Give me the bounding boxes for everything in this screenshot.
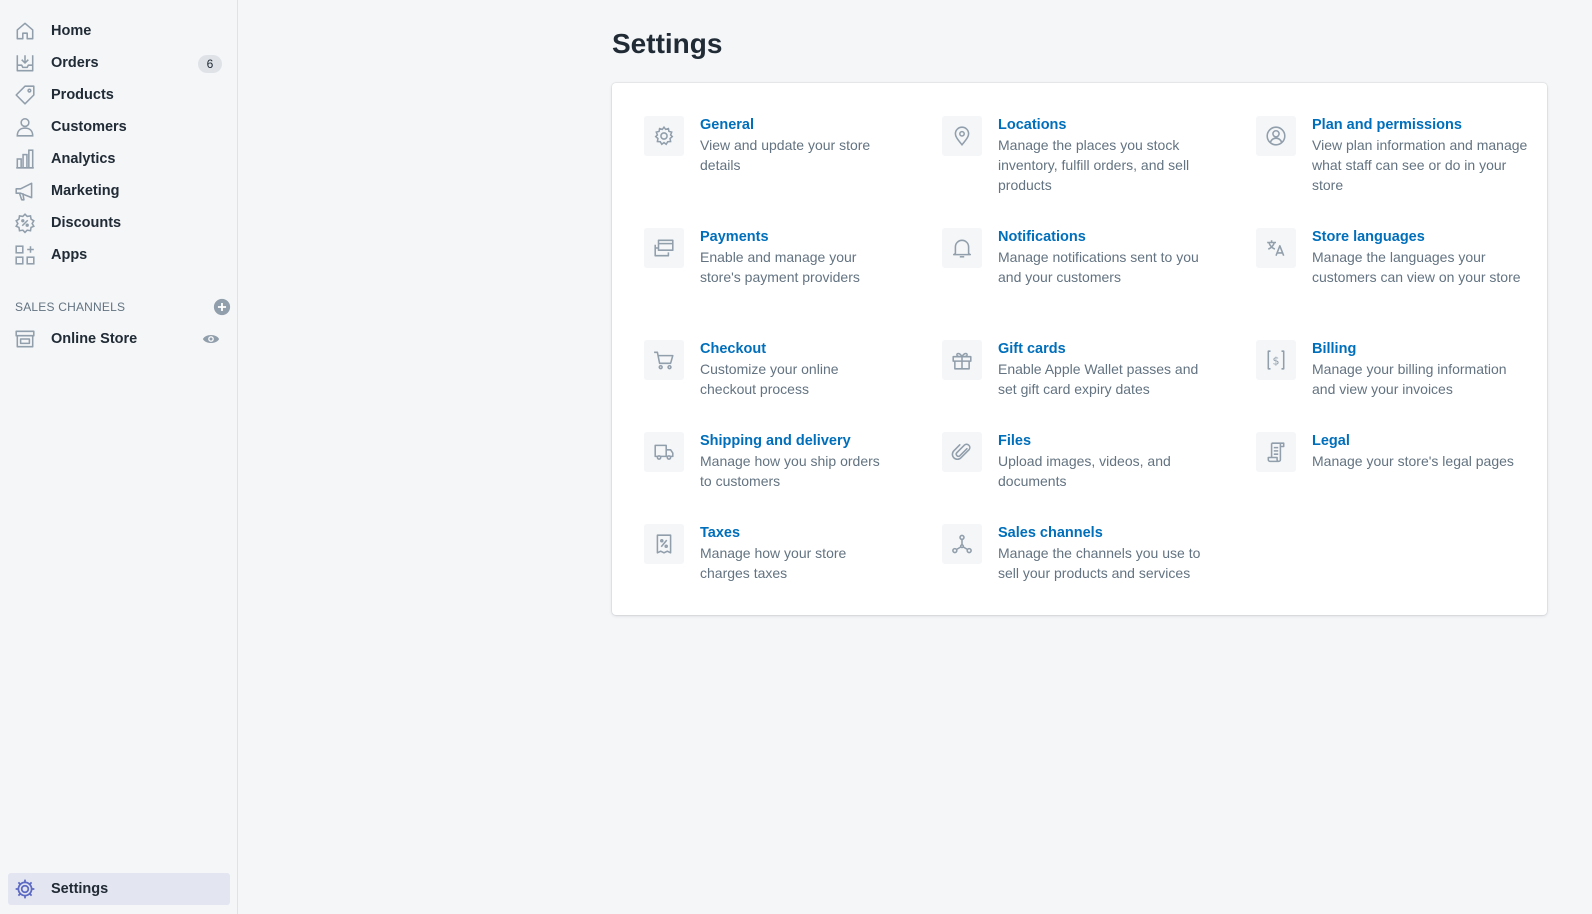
settings-tile-locations[interactable]: Locations Manage the places you stock in…	[942, 116, 1212, 195]
settings-card: General View and update your store detai…	[612, 83, 1547, 615]
bell-icon	[942, 228, 982, 268]
nav-label: Customers	[51, 119, 127, 135]
tile-title[interactable]: Store languages	[1312, 227, 1531, 247]
tile-description: Manage the channels you use to sell your…	[998, 545, 1201, 581]
settings-tile-general[interactable]: General View and update your store detai…	[644, 116, 894, 175]
settings-tile-checkout[interactable]: Checkout Customize your online checkout …	[644, 340, 894, 399]
tile-description: Upload images, videos, and documents	[998, 453, 1171, 489]
page-title: Settings	[612, 28, 723, 59]
nav-label: Discounts	[51, 215, 122, 231]
svg-text:$: $	[1273, 354, 1280, 367]
settings-tile-billing[interactable]: $ Billing Manage your billing informatio…	[1256, 340, 1531, 399]
translate-icon	[1256, 228, 1296, 268]
settings-tile-legal[interactable]: Legal Manage your store's legal pages	[1256, 432, 1531, 472]
nav-label: Settings	[51, 881, 109, 897]
orders-count-badge: 6	[198, 55, 222, 73]
nav-label: Home	[51, 23, 92, 39]
nav-label: Orders	[51, 55, 99, 71]
tile-title[interactable]: Gift cards	[998, 339, 1212, 359]
person-icon	[14, 116, 36, 138]
tile-title[interactable]: Sales channels	[998, 523, 1212, 543]
sidebar: Home Orders 6 Products Customers Analyti…	[0, 0, 238, 914]
tile-description: Manage the places you stock inventory, f…	[998, 137, 1190, 193]
tile-title[interactable]: Locations	[998, 115, 1212, 135]
megaphone-icon	[14, 180, 36, 202]
sales-channels-header: SALES CHANNELS	[15, 298, 231, 316]
channels-icon	[942, 524, 982, 564]
nav-label: Analytics	[51, 151, 116, 167]
settings-tile-shipping-delivery[interactable]: Shipping and delivery Manage how you shi…	[644, 432, 894, 491]
tile-description: Enable and manage your store's payment p…	[700, 249, 860, 285]
settings-tile-notifications[interactable]: Notifications Manage notifications sent …	[942, 228, 1212, 287]
tile-description: Manage how you ship orders to customers	[700, 453, 880, 489]
cart-icon	[644, 340, 684, 380]
billing-icon: $	[1256, 340, 1296, 380]
nav-item-home[interactable]: Home	[8, 15, 230, 47]
nav-label: Apps	[51, 247, 88, 263]
bar-chart-icon	[14, 148, 36, 170]
view-store-eye-icon[interactable]	[202, 330, 220, 348]
tile-title[interactable]: Files	[998, 431, 1212, 451]
store-icon	[14, 328, 36, 350]
settings-tile-plan-permissions[interactable]: Plan and permissions View plan informati…	[1256, 116, 1531, 195]
settings-tile-sales-channels[interactable]: Sales channels Manage the channels you u…	[942, 524, 1212, 583]
tile-description: Enable Apple Wallet passes and set gift …	[998, 361, 1199, 397]
tile-title[interactable]: Notifications	[998, 227, 1212, 247]
tile-title[interactable]: Taxes	[700, 523, 894, 543]
nav-item-apps[interactable]: Apps	[8, 239, 230, 271]
settings-tile-gift-cards[interactable]: Gift cards Enable Apple Wallet passes an…	[942, 340, 1212, 399]
tile-description: Customize your online checkout process	[700, 361, 839, 397]
sales-channels-title: SALES CHANNELS	[15, 300, 126, 314]
tax-receipt-icon	[644, 524, 684, 564]
tile-description: Manage notifications sent to you and you…	[998, 249, 1199, 285]
truck-icon	[644, 432, 684, 472]
tile-title[interactable]: Shipping and delivery	[700, 431, 894, 451]
tile-description: View plan information and manage what st…	[1312, 137, 1528, 193]
settings-tile-files[interactable]: Files Upload images, videos, and documen…	[942, 432, 1212, 491]
tile-title[interactable]: Payments	[700, 227, 894, 247]
user-circle-icon	[1256, 116, 1296, 156]
tag-icon	[14, 84, 36, 106]
location-pin-icon	[942, 116, 982, 156]
nav-item-online-store[interactable]: Online Store	[8, 323, 230, 355]
discount-icon	[14, 212, 36, 234]
nav-item-customers[interactable]: Customers	[8, 111, 230, 143]
nav-item-analytics[interactable]: Analytics	[8, 143, 230, 175]
settings-tile-payments[interactable]: Payments Enable and manage your store's …	[644, 228, 894, 287]
nav-item-marketing[interactable]: Marketing	[8, 175, 230, 207]
tile-description: Manage your store's legal pages	[1312, 453, 1514, 469]
nav-item-products[interactable]: Products	[8, 79, 230, 111]
nav-item-settings[interactable]: Settings	[8, 873, 230, 905]
nav-item-orders[interactable]: Orders 6	[8, 47, 230, 79]
home-icon	[14, 20, 36, 42]
paperclip-icon	[942, 432, 982, 472]
tile-title[interactable]: Plan and permissions	[1312, 115, 1531, 135]
tile-description: Manage how your store charges taxes	[700, 545, 847, 581]
payment-icon	[644, 228, 684, 268]
nav-label: Products	[51, 87, 114, 103]
tile-title[interactable]: Billing	[1312, 339, 1531, 359]
gift-icon	[942, 340, 982, 380]
tile-description: Manage your billing information and view…	[1312, 361, 1507, 397]
add-sales-channel-icon[interactable]	[213, 298, 231, 316]
settings-tile-store-languages[interactable]: Store languages Manage the languages you…	[1256, 228, 1531, 287]
nav-label: Marketing	[51, 183, 120, 199]
tile-description: View and update your store details	[700, 137, 871, 173]
legal-document-icon	[1256, 432, 1296, 472]
settings-tile-taxes[interactable]: Taxes Manage how your store charges taxe…	[644, 524, 894, 583]
nav-label: Online Store	[51, 331, 138, 347]
gear-icon	[644, 116, 684, 156]
nav-item-discounts[interactable]: Discounts	[8, 207, 230, 239]
settings-gear-icon	[14, 878, 36, 900]
tile-title[interactable]: Legal	[1312, 431, 1514, 451]
tile-description: Manage the languages your customers can …	[1312, 249, 1521, 285]
tile-title[interactable]: General	[700, 115, 894, 135]
tile-title[interactable]: Checkout	[700, 339, 894, 359]
orders-icon	[14, 52, 36, 74]
apps-icon	[14, 244, 36, 266]
